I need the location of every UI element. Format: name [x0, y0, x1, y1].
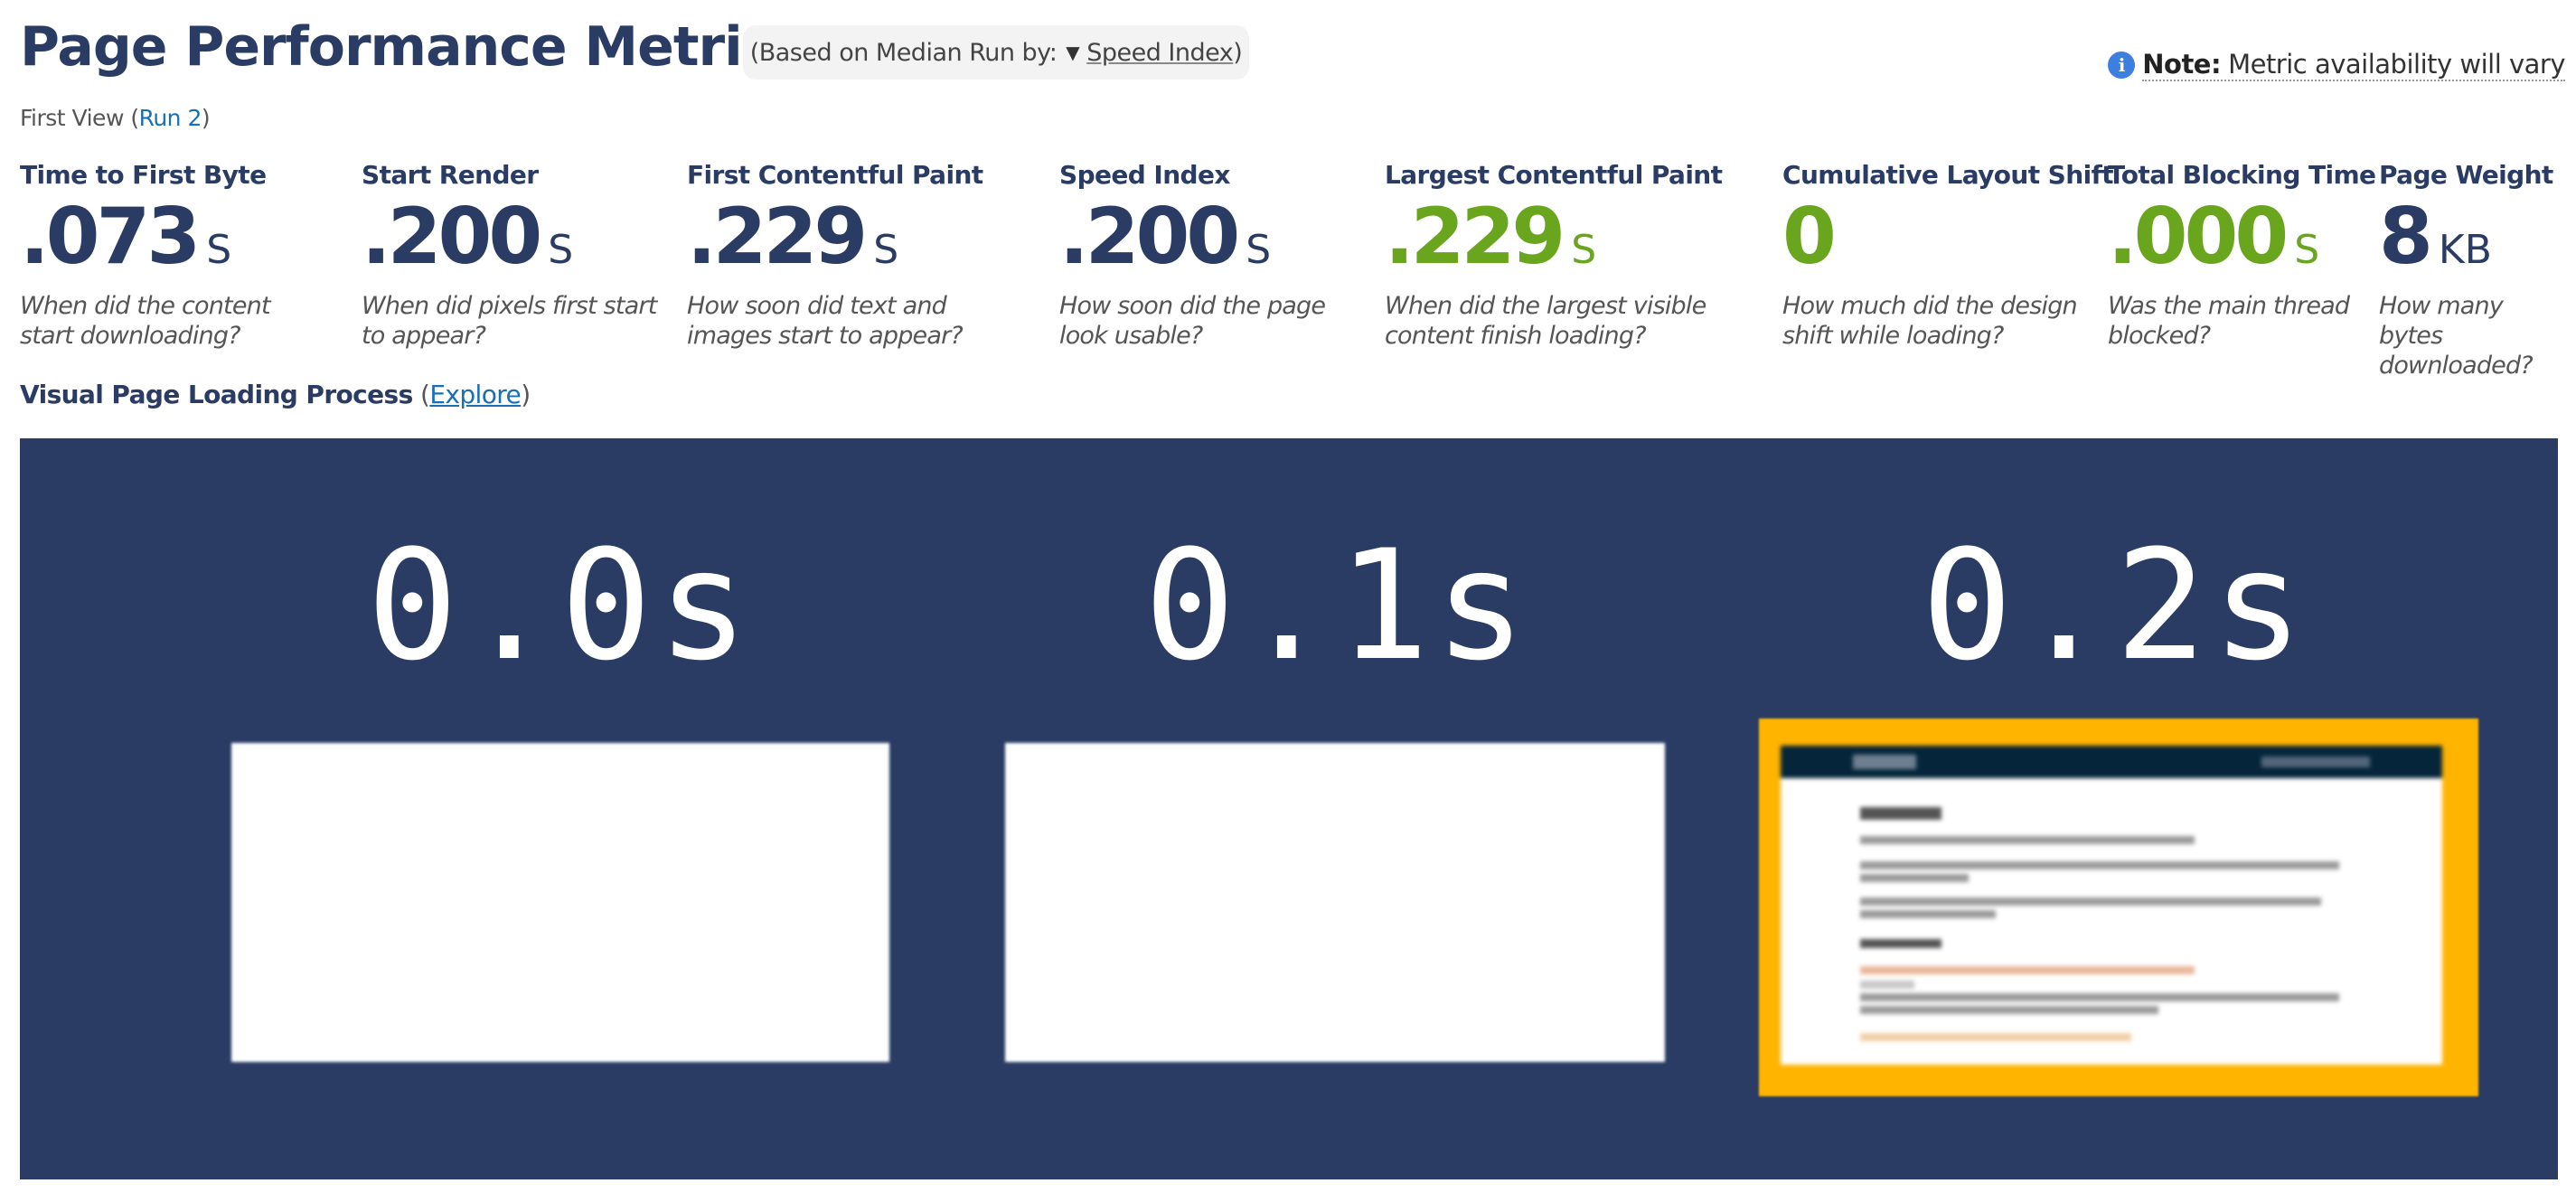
- metric-description: Was the main thread blocked?: [2108, 292, 2350, 350]
- metric-description: How many bytes downloaded?: [2379, 292, 2534, 380]
- visual-loading-title: Visual Page Loading Process (Explore): [20, 380, 531, 409]
- metric-unit: S: [873, 227, 899, 273]
- metric-value-row: .200 S: [1059, 193, 1330, 280]
- thumbnail-text-line: [1860, 874, 1969, 882]
- metric-value-row: .200 S: [362, 193, 660, 280]
- thumbnail-nav-links: [2261, 756, 2370, 767]
- median-run-prefix: (Based on Median Run by:: [749, 38, 1058, 67]
- first-view-close: ): [201, 105, 211, 131]
- metric-speed-index: Speed Index .200 S How soon did the page lo…: [1059, 159, 1330, 351]
- thumbnail-navbar: [1781, 746, 2442, 778]
- metric-description: How soon did the page look usable?: [1059, 292, 1326, 350]
- metric-total-blocking-time: Total Blocking Time .000 S Was the main thr…: [2108, 159, 2376, 351]
- dropdown-triangle-icon[interactable]: ▼: [1066, 42, 1079, 63]
- metric-label: Cumulative Layout Shift: [1782, 160, 2114, 190]
- metric-start-render: Start Render .200 S When did pixels first s…: [362, 159, 660, 351]
- thumbnail-text-line: [1860, 897, 2321, 906]
- thumbnail-text-line: [1860, 1006, 2158, 1014]
- metric-value-row: .229 S: [687, 193, 1030, 280]
- explore-link[interactable]: Explore: [429, 380, 521, 409]
- metric-value: .073: [20, 192, 201, 282]
- median-run-suffix: ): [1233, 38, 1243, 67]
- metric-value-row: .229 S: [1385, 193, 1746, 280]
- metric-value-row: 8 KB: [2379, 193, 2569, 280]
- metric-value: 0: [1782, 192, 1837, 282]
- run-link[interactable]: Run 2: [139, 105, 202, 131]
- metric-value: .200: [362, 192, 542, 282]
- metric-value: .229: [687, 192, 868, 282]
- metric-value: .000: [2108, 192, 2289, 282]
- metric-largest-contentful-paint: Largest Contentful Paint .229 S When did th…: [1385, 159, 1746, 351]
- note-label: Note:: [2142, 49, 2222, 80]
- metric-label: Total Blocking Time: [2108, 160, 2376, 190]
- note-text-wrap[interactable]: Note: Metric availability will vary: [2142, 49, 2565, 81]
- metric-label: Page Weight: [2379, 160, 2553, 190]
- metric-label: First Contentful Paint: [687, 160, 983, 190]
- metric-time-to-first-byte: Time to First Byte .073 S When did the cont…: [20, 159, 327, 351]
- metric-value: .229: [1385, 192, 1565, 282]
- visual-close-paren: ): [521, 380, 531, 409]
- metric-description: How soon did text and images start to ap…: [687, 292, 964, 350]
- metric-unit: KB: [2438, 227, 2492, 273]
- note-text: Metric availability will vary: [2228, 49, 2565, 80]
- metric-value: 8: [2379, 192, 2433, 282]
- frame-thumbnail-blank[interactable]: [231, 743, 889, 1062]
- metric-label: Largest Contentful Paint: [1385, 160, 1723, 190]
- thumbnail-logo: [1853, 755, 1916, 769]
- metric-page-weight: Page Weight 8 KB How many bytes downloaded?: [2379, 159, 2569, 380]
- frame-thumbnail-blank[interactable]: [1005, 743, 1665, 1062]
- metric-unit: S: [2294, 227, 2320, 273]
- metric-unit: S: [1571, 227, 1597, 273]
- thumbnail-text-line: [1860, 836, 2195, 844]
- thumbnail-heading: [1860, 807, 1941, 820]
- thumbnail-link-line: [1860, 1033, 2131, 1041]
- thumbnail-text-line: [1860, 861, 2339, 869]
- visual-open-paren: (: [412, 380, 430, 409]
- page-title: Page Performance Metrics: [20, 15, 805, 79]
- frame-timestamp: 0.2s: [1921, 517, 2309, 694]
- thumbnail-link-line: [1860, 966, 2195, 974]
- metric-availability-note[interactable]: i Note: Metric availability will vary: [2108, 49, 2565, 81]
- first-view-label: First View (Run 2): [20, 105, 211, 131]
- metric-value-row: .073 S: [20, 193, 327, 280]
- frame-timestamp: 0.0s: [366, 517, 755, 694]
- frame-timestamp: 0.1s: [1143, 517, 1532, 694]
- median-run-selector[interactable]: (Based on Median Run by: ▼ Speed Index ): [743, 25, 1249, 80]
- metric-unit: S: [206, 227, 232, 273]
- metric-label: Speed Index: [1059, 160, 1230, 190]
- median-metric-select[interactable]: Speed Index: [1086, 39, 1234, 67]
- metric-description: How much did the design shift while load…: [1782, 292, 2078, 350]
- frame-thumbnail-rendered[interactable]: [1781, 746, 2442, 1065]
- metric-label: Start Render: [362, 160, 539, 190]
- metric-unit: S: [1246, 227, 1272, 273]
- visual-title-text: Visual Page Loading Process: [20, 380, 413, 409]
- thumbnail-text-line: [1860, 910, 1996, 918]
- thumbnail-text-line: [1860, 981, 1914, 989]
- frame-highlight-border[interactable]: [1759, 719, 2478, 1096]
- first-view-text: First View (: [20, 105, 139, 131]
- metric-description: When did pixels first start to appear?: [362, 292, 657, 350]
- thumbnail-subheading: [1860, 939, 1941, 948]
- metric-value: .200: [1059, 192, 1240, 282]
- thumbnail-text-line: [1860, 993, 2339, 1001]
- metric-description: When did the largest visible content fin…: [1385, 292, 1706, 350]
- info-icon: i: [2108, 52, 2136, 79]
- metric-value-row: .000 S: [2108, 193, 2361, 280]
- metric-value-row: 0: [1782, 193, 2081, 280]
- metric-cumulative-layout-shift: Cumulative Layout Shift 0 How much did the…: [1782, 159, 2114, 351]
- metric-label: Time to First Byte: [20, 160, 267, 190]
- filmstrip: 0.0s 0.1s 0.2s: [20, 438, 2558, 1179]
- metric-description: When did the content start downloading?: [20, 292, 271, 350]
- metric-unit: S: [548, 227, 574, 273]
- metric-first-contentful-paint: First Contentful Paint .229 S How soon did …: [687, 159, 1030, 351]
